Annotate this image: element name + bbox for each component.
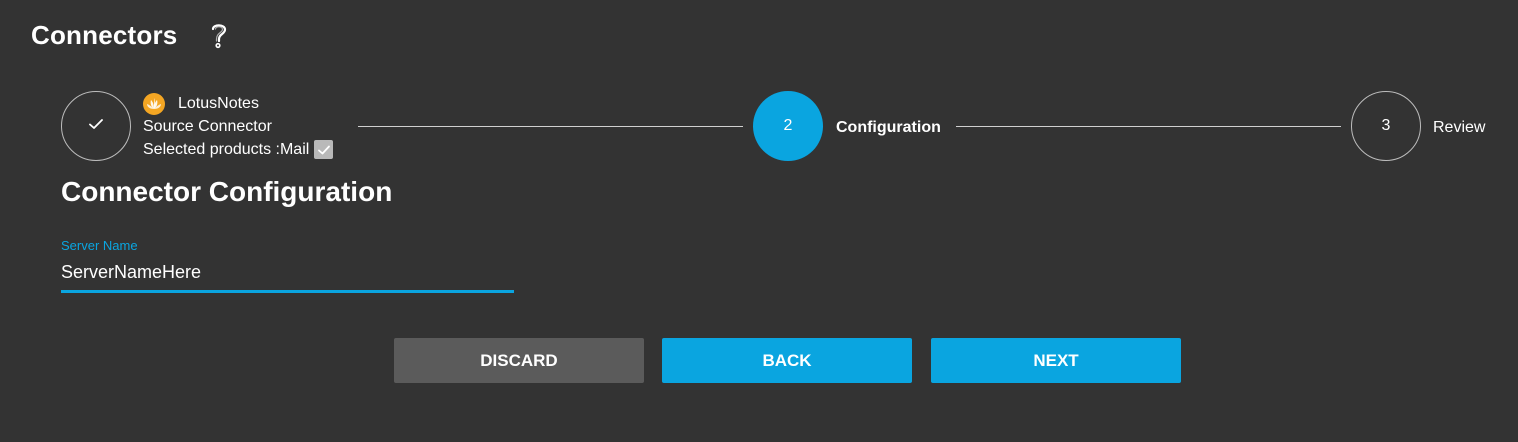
page-title: Connectors: [31, 19, 178, 50]
server-name-label: Server Name: [61, 238, 138, 253]
step-connector-line-1: [358, 126, 743, 127]
section-title: Connector Configuration: [61, 176, 393, 207]
step-1-details: LotusNotes Source Connector Selected pro…: [143, 92, 334, 161]
back-button[interactable]: BACK: [662, 338, 912, 383]
step-2-circle: 2: [753, 91, 823, 161]
lotus-notes-logo-icon: [143, 92, 165, 115]
step-3-circle: 3: [1351, 91, 1421, 161]
next-button[interactable]: NEXT: [931, 338, 1181, 383]
checkmark-icon: [317, 145, 330, 154]
step-2-number: 2: [783, 117, 793, 134]
step-3-label: Review: [1433, 119, 1486, 136]
step-3-number: 3: [1381, 117, 1391, 134]
question-mark-icon[interactable]: [207, 20, 231, 50]
discard-button[interactable]: DISCARD: [394, 338, 644, 383]
server-name-field: Server Name: [61, 238, 514, 293]
step-2-label: Configuration: [836, 119, 941, 136]
selected-products-label: Selected products :Mail: [143, 141, 310, 158]
server-name-input[interactable]: [61, 256, 514, 293]
connector-type: Source Connector: [143, 118, 272, 135]
page-header: Connectors: [31, 18, 231, 52]
step-connector-line-2: [956, 126, 1341, 127]
step-1-completed-circle: [61, 91, 131, 161]
mail-product-checkbox[interactable]: [314, 140, 334, 159]
connector-name: LotusNotes: [178, 95, 259, 112]
checkmark-icon: [88, 117, 104, 136]
